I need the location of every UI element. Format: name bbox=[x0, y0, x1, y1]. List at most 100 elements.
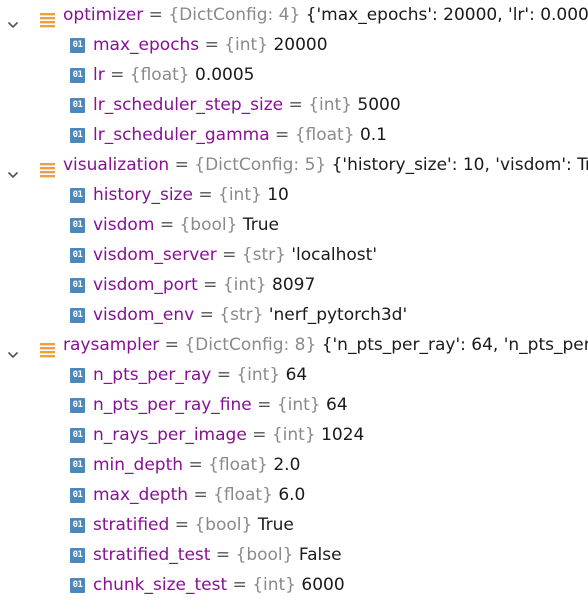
tree-leaf-stratified_test[interactable]: 01 stratified_test = {bool} False bbox=[0, 540, 588, 570]
node-type: {DictConfig: 5} bbox=[194, 155, 327, 175]
field-icon: 01 bbox=[70, 518, 85, 533]
leaf-value: 'localhost' bbox=[291, 245, 377, 265]
leaf-equals: = bbox=[215, 545, 231, 565]
leaf-equals: = bbox=[288, 95, 303, 115]
leaf-name: chunk_size_test bbox=[93, 575, 228, 595]
leaf-type: {float} bbox=[294, 125, 355, 145]
field-badge: 01 bbox=[70, 548, 85, 563]
tree-leaf-n_rays_per_image[interactable]: 01 n_rays_per_image = {int} 1024 bbox=[0, 420, 588, 450]
tree-node-visualization[interactable]: visualization = {DictConfig: 5} {'histor… bbox=[0, 150, 588, 180]
node-value: {'max_epochs': 20000, 'lr': 0.0005, bbox=[305, 5, 588, 25]
tree-leaf-lr_scheduler_gamma[interactable]: 01 lr_scheduler_gamma = {float} 0.1 bbox=[0, 120, 588, 150]
dict-icon bbox=[40, 338, 55, 358]
leaf-text: max_depth = {float} 6.0 bbox=[93, 480, 305, 510]
tree-leaf-visdom_env[interactable]: 01 visdom_env = {str} 'nerf_pytorch3d' bbox=[0, 300, 588, 330]
leaf-value: 6000 bbox=[301, 575, 345, 595]
leaf-name: visdom_env bbox=[93, 305, 195, 325]
tree-leaf-lr[interactable]: 01 lr = {float} 0.0005 bbox=[0, 60, 588, 90]
tree-leaf-visdom_port[interactable]: 01 visdom_port = {int} 8097 bbox=[0, 270, 588, 300]
tree-leaf-n_pts_per_ray_fine[interactable]: 01 n_pts_per_ray_fine = {int} 64 bbox=[0, 390, 588, 420]
chevron-down-icon[interactable] bbox=[7, 10, 19, 29]
field-icon: 01 bbox=[70, 38, 85, 53]
leaf-type: {str} bbox=[219, 305, 264, 325]
leaf-text: n_pts_per_ray = {int} 64 bbox=[93, 360, 307, 390]
field-icon: 01 bbox=[70, 278, 85, 293]
leaf-equals: = bbox=[199, 305, 214, 325]
leaf-equals: = bbox=[159, 215, 175, 235]
leaf-equals: = bbox=[188, 455, 203, 475]
dict-icon bbox=[40, 8, 55, 28]
leaf-name: visdom bbox=[93, 215, 155, 235]
field-badge: 01 bbox=[70, 488, 85, 503]
field-icon: 01 bbox=[70, 128, 85, 143]
tree-leaf-stratified[interactable]: 01 stratified = {bool} True bbox=[0, 510, 588, 540]
node-equals: = bbox=[148, 5, 163, 25]
field-icon: 01 bbox=[70, 398, 85, 413]
leaf-name: n_pts_per_ray bbox=[93, 365, 212, 385]
leaf-text: lr_scheduler_gamma = {float} 0.1 bbox=[93, 120, 387, 150]
node-value: {'n_pts_per_ray': 64, 'n_pts_per_r bbox=[321, 335, 588, 355]
leaf-value: 64 bbox=[326, 395, 348, 415]
leaf-value: 6.0 bbox=[278, 485, 306, 505]
leaf-equals: = bbox=[193, 485, 208, 505]
leaf-name: visdom_port bbox=[93, 275, 198, 295]
leaf-value: 0.0005 bbox=[195, 65, 255, 85]
node-equals: = bbox=[164, 335, 179, 355]
leaf-type: {float} bbox=[208, 455, 268, 475]
field-badge: 01 bbox=[70, 458, 85, 473]
leaf-value: True bbox=[242, 215, 279, 235]
chevron-down-icon[interactable] bbox=[7, 160, 19, 179]
node-value: {'history_size': 10, 'visdom': True bbox=[331, 155, 588, 175]
tree-leaf-max_depth[interactable]: 01 max_depth = {float} 6.0 bbox=[0, 480, 588, 510]
leaf-equals: = bbox=[232, 575, 247, 595]
tree-leaf-min_depth[interactable]: 01 min_depth = {float} 2.0 bbox=[0, 450, 588, 480]
node-name: optimizer bbox=[63, 5, 144, 25]
leaf-text: chunk_size_test = {int} 6000 bbox=[93, 570, 345, 600]
leaf-name: history_size bbox=[93, 185, 193, 205]
leaf-equals: = bbox=[222, 245, 237, 265]
leaf-text: visdom = {bool} True bbox=[93, 210, 279, 240]
tree-leaf-max_epochs[interactable]: 01 max_epochs = {int} 20000 bbox=[0, 30, 588, 60]
tree-leaf-chunk_size_test[interactable]: 01 chunk_size_test = {int} 6000 bbox=[0, 570, 588, 600]
tree-node-raysampler[interactable]: raysampler = {DictConfig: 8} {'n_pts_per… bbox=[0, 330, 588, 360]
leaf-equals: = bbox=[203, 275, 218, 295]
field-icon: 01 bbox=[70, 548, 85, 563]
leaf-name: n_pts_per_ray_fine bbox=[93, 395, 252, 415]
field-badge: 01 bbox=[70, 218, 85, 233]
leaf-equals: = bbox=[110, 65, 125, 85]
leaf-text: lr = {float} 0.0005 bbox=[93, 60, 255, 90]
leaf-equals: = bbox=[198, 185, 213, 205]
leaf-name: stratified bbox=[93, 515, 170, 535]
leaf-name: visdom_server bbox=[93, 245, 217, 265]
leaf-equals: = bbox=[275, 125, 290, 145]
tree-leaf-visdom[interactable]: 01 visdom = {bool} True bbox=[0, 210, 588, 240]
chevron-down-icon[interactable] bbox=[7, 340, 19, 359]
field-icon: 01 bbox=[70, 368, 85, 383]
leaf-text: visdom_server = {str} 'localhost' bbox=[93, 240, 377, 270]
variables-tree: optimizer = {DictConfig: 4} {'max_epochs… bbox=[0, 0, 588, 600]
field-icon: 01 bbox=[70, 428, 85, 443]
leaf-type: {bool} bbox=[179, 215, 238, 235]
leaf-value: 0.1 bbox=[359, 125, 387, 145]
leaf-text: visdom_env = {str} 'nerf_pytorch3d' bbox=[93, 300, 407, 330]
leaf-name: max_depth bbox=[93, 485, 189, 505]
tree-leaf-history_size[interactable]: 01 history_size = {int} 10 bbox=[0, 180, 588, 210]
field-icon: 01 bbox=[70, 308, 85, 323]
tree-leaf-n_pts_per_ray[interactable]: 01 n_pts_per_ray = {int} 64 bbox=[0, 360, 588, 390]
leaf-value: 1024 bbox=[321, 425, 365, 445]
node-text: raysampler = {DictConfig: 8} {'n_pts_per… bbox=[63, 330, 588, 360]
leaf-text: stratified_test = {bool} False bbox=[93, 540, 342, 570]
tree-leaf-visdom_server[interactable]: 01 visdom_server = {str} 'localhost' bbox=[0, 240, 588, 270]
leaf-text: min_depth = {float} 2.0 bbox=[93, 450, 300, 480]
tree-leaf-lr_scheduler_step_size[interactable]: 01 lr_scheduler_step_size = {int} 5000 bbox=[0, 90, 588, 120]
field-badge: 01 bbox=[70, 68, 85, 83]
leaf-type: {int} bbox=[308, 95, 352, 115]
leaf-type: {int} bbox=[252, 575, 296, 595]
leaf-equals: = bbox=[204, 35, 219, 55]
leaf-type: {float} bbox=[129, 65, 190, 85]
leaf-equals: = bbox=[252, 425, 267, 445]
tree-node-optimizer[interactable]: optimizer = {DictConfig: 4} {'max_epochs… bbox=[0, 0, 588, 30]
field-badge: 01 bbox=[70, 98, 85, 113]
leaf-equals: = bbox=[174, 515, 189, 535]
node-type: {DictConfig: 8} bbox=[184, 335, 317, 355]
